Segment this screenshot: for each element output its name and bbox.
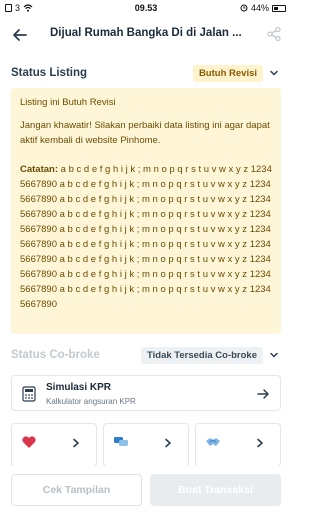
note-label: Catatan: <box>20 164 59 175</box>
chevron-right-icon <box>257 438 263 448</box>
chevron-right-icon <box>73 438 79 448</box>
status-cobroke-title: Status Co-broke <box>11 349 100 361</box>
chat-icon <box>114 437 128 446</box>
buat-transaksi-button[interactable]: Buat Transaksi <box>150 474 281 506</box>
handshake-icon <box>206 438 220 446</box>
arrow-right-icon <box>257 389 269 399</box>
chevron-right-icon <box>165 438 171 448</box>
note-text: a b c d e f g h i j k ; m n o p q r s t … <box>20 164 272 310</box>
page-title: Dijual Rumah Bangka Di di Jalan ... <box>50 27 242 39</box>
bottom-action-bar: Cek Tampilan Buat Transaksi <box>0 466 292 520</box>
chevron-down-icon[interactable] <box>269 350 279 360</box>
heart-icon <box>22 436 36 448</box>
status-listing-header[interactable]: Status Listing Butuh Revisi <box>11 63 281 83</box>
notice-title: Listing ini Butuh Revisi <box>20 97 116 108</box>
favorite-card[interactable] <box>11 423 97 467</box>
cek-tampilan-button[interactable]: Cek Tampilan <box>11 474 142 506</box>
battery-percent: 44% <box>250 3 269 13</box>
status-badge: Butuh Revisi <box>192 65 263 82</box>
deal-card[interactable] <box>195 423 281 467</box>
top-app-bar: Dijual Rumah Bangka Di di Jalan ... <box>0 18 292 52</box>
status-bar: 3 09.53 44% <box>0 0 292 16</box>
battery-level <box>274 6 279 10</box>
chat-card[interactable] <box>103 423 189 467</box>
calculator-icon <box>22 386 36 402</box>
status-listing-title: Status Listing <box>11 67 88 79</box>
cobroke-badge: Tidak Tersedia Co-broke <box>141 347 263 364</box>
revision-note: Catatan: a b c d e f g h i j k ; m n o p… <box>20 162 272 312</box>
revision-notice: Listing ini Butuh Revisi Jangan khawatir… <box>11 88 281 334</box>
kpr-subtitle: Kalkulator angsuran KPR <box>46 397 136 406</box>
status-cobroke-header[interactable]: Status Co-broke Tidak Tersedia Co-broke <box>11 345 281 365</box>
chevron-down-icon[interactable] <box>269 68 279 78</box>
share-icon[interactable] <box>266 26 282 42</box>
simulasi-kpr-card[interactable]: Simulasi KPR Kalkulator angsuran KPR <box>11 375 281 411</box>
battery-icon <box>272 4 286 12</box>
status-bar-right: 44% <box>240 3 286 13</box>
notice-body: Jangan khawatir! Silakan perbaiki data l… <box>20 120 270 146</box>
alarm-icon <box>240 4 248 12</box>
kpr-title: Simulasi KPR <box>46 382 112 393</box>
arrow-left-icon[interactable] <box>11 26 29 44</box>
